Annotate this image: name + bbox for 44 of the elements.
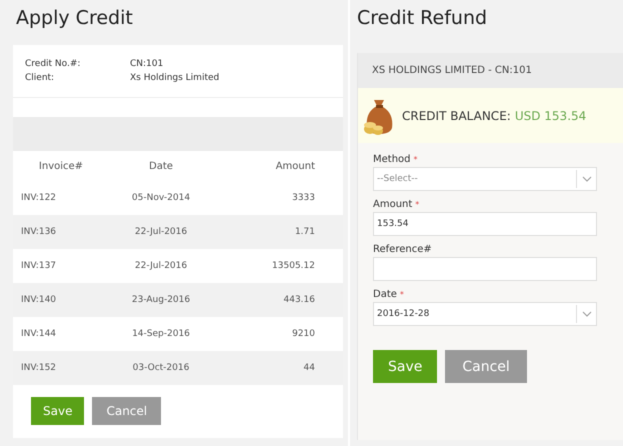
field-label: Method * xyxy=(373,154,419,165)
input-field[interactable]: 153.54 xyxy=(373,212,597,236)
cancel-button[interactable]: Cancel xyxy=(92,397,162,425)
field-label: Reference# xyxy=(373,244,433,255)
table-cell-text: 3333 xyxy=(291,193,315,203)
field-label: Amount * xyxy=(373,199,420,210)
save-button[interactable]: Save xyxy=(31,397,84,425)
column-header: Amount xyxy=(274,160,315,172)
table-cell-text: 05-Nov-2014 xyxy=(130,193,192,203)
table-cell-text: 23-Aug-2016 xyxy=(130,295,192,305)
info-label: Credit No.#: xyxy=(25,59,82,69)
chevron-down-icon xyxy=(582,311,592,317)
table-cell-text: INV:144 xyxy=(21,329,58,339)
table-cell-text: INV:122 xyxy=(21,193,58,203)
client-header: XS HOLDINGS LIMITED - CN:101 xyxy=(358,53,623,88)
table-cell-text: 03-Oct-2016 xyxy=(132,363,190,373)
table-cell-text: 1.71 xyxy=(294,227,315,237)
table-cell-text: 44 xyxy=(302,363,315,373)
balance-amount: USD 153.54 xyxy=(514,108,586,122)
info-value: CN:101 xyxy=(130,59,164,69)
balance-label: CREDIT BALANCE: xyxy=(402,108,511,122)
cancel-button[interactable]: Cancel xyxy=(445,350,527,383)
input-field[interactable] xyxy=(373,257,597,281)
column-header: Date xyxy=(148,160,174,172)
table-cell-text: 22-Jul-2016 xyxy=(134,261,188,271)
table-cell-text: INV:152 xyxy=(21,363,58,373)
table-cell-text: 22-Jul-2016 xyxy=(134,227,188,237)
info-value: Xs Holdings Limited xyxy=(130,73,220,83)
table-cell-text: 13505.12 xyxy=(271,261,315,271)
chevron-down-icon xyxy=(582,176,592,182)
table-cell-text: INV:140 xyxy=(21,295,58,305)
table-cell-text: INV:137 xyxy=(21,261,58,271)
select-field[interactable]: --Select-- xyxy=(373,167,597,191)
select-field[interactable]: 2016-12-28 xyxy=(373,302,597,326)
info-label: Client: xyxy=(25,73,56,83)
page-title: Apply Credit xyxy=(16,6,134,31)
table-cell-text: INV:136 xyxy=(21,227,58,237)
table-cell-text: 443.16 xyxy=(282,295,315,305)
table-cell-text: 14-Sep-2016 xyxy=(131,329,191,339)
table-cell-text: 9210 xyxy=(291,329,315,339)
column-header: Invoice# xyxy=(38,160,84,172)
field-label: Date * xyxy=(373,289,405,300)
page-title: Credit Refund xyxy=(357,6,488,31)
save-button[interactable]: Save xyxy=(373,350,438,383)
